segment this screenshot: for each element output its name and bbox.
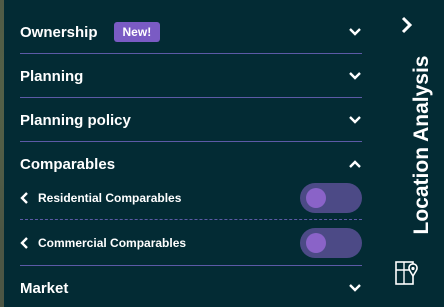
residential-comparables-label: Residential Comparables [38, 191, 182, 205]
divider [20, 97, 362, 98]
new-badge: New! [113, 22, 161, 42]
section-comparables-label: Comparables [20, 155, 116, 173]
section-ownership-label: Ownership [20, 23, 98, 41]
section-planning[interactable]: Planning [20, 64, 362, 88]
divider [20, 265, 362, 266]
divider [20, 53, 362, 54]
comparables-item-residential[interactable]: Residential Comparables [20, 183, 362, 213]
section-market-label: Market [20, 279, 69, 297]
chevron-up-icon[interactable] [348, 157, 362, 171]
section-ownership[interactable]: Ownership New! [20, 20, 362, 44]
chevron-down-icon[interactable] [348, 113, 362, 127]
section-market[interactable]: Market [20, 276, 362, 300]
section-planning-label: Planning [20, 67, 84, 85]
sidebar-title: Location Analysis [410, 55, 433, 235]
section-comparables[interactable]: Comparables [20, 152, 362, 176]
chevron-right-icon[interactable] [400, 16, 414, 34]
commercial-comparables-toggle[interactable] [300, 228, 362, 258]
comparables-item-commercial[interactable]: Commercial Comparables [20, 228, 362, 258]
residential-comparables-toggle[interactable] [300, 183, 362, 213]
toggle-knob [306, 233, 326, 253]
toggle-knob [306, 188, 326, 208]
section-planning-policy-label: Planning policy [20, 111, 131, 129]
layers-panel: Ownership New! Planning Planning policy … [4, 0, 379, 307]
chevron-down-icon[interactable] [348, 281, 362, 295]
divider [20, 141, 362, 142]
chevron-down-icon[interactable] [348, 25, 362, 39]
chevron-down-icon[interactable] [348, 69, 362, 83]
commercial-comparables-label: Commercial Comparables [38, 236, 187, 250]
map-location-icon[interactable] [395, 258, 421, 286]
divider [20, 219, 362, 220]
section-planning-policy[interactable]: Planning policy [20, 108, 362, 132]
location-analysis-sidebar[interactable]: Location Analysis [379, 0, 444, 307]
chevron-left-icon[interactable] [20, 192, 30, 204]
chevron-left-icon[interactable] [20, 237, 30, 249]
